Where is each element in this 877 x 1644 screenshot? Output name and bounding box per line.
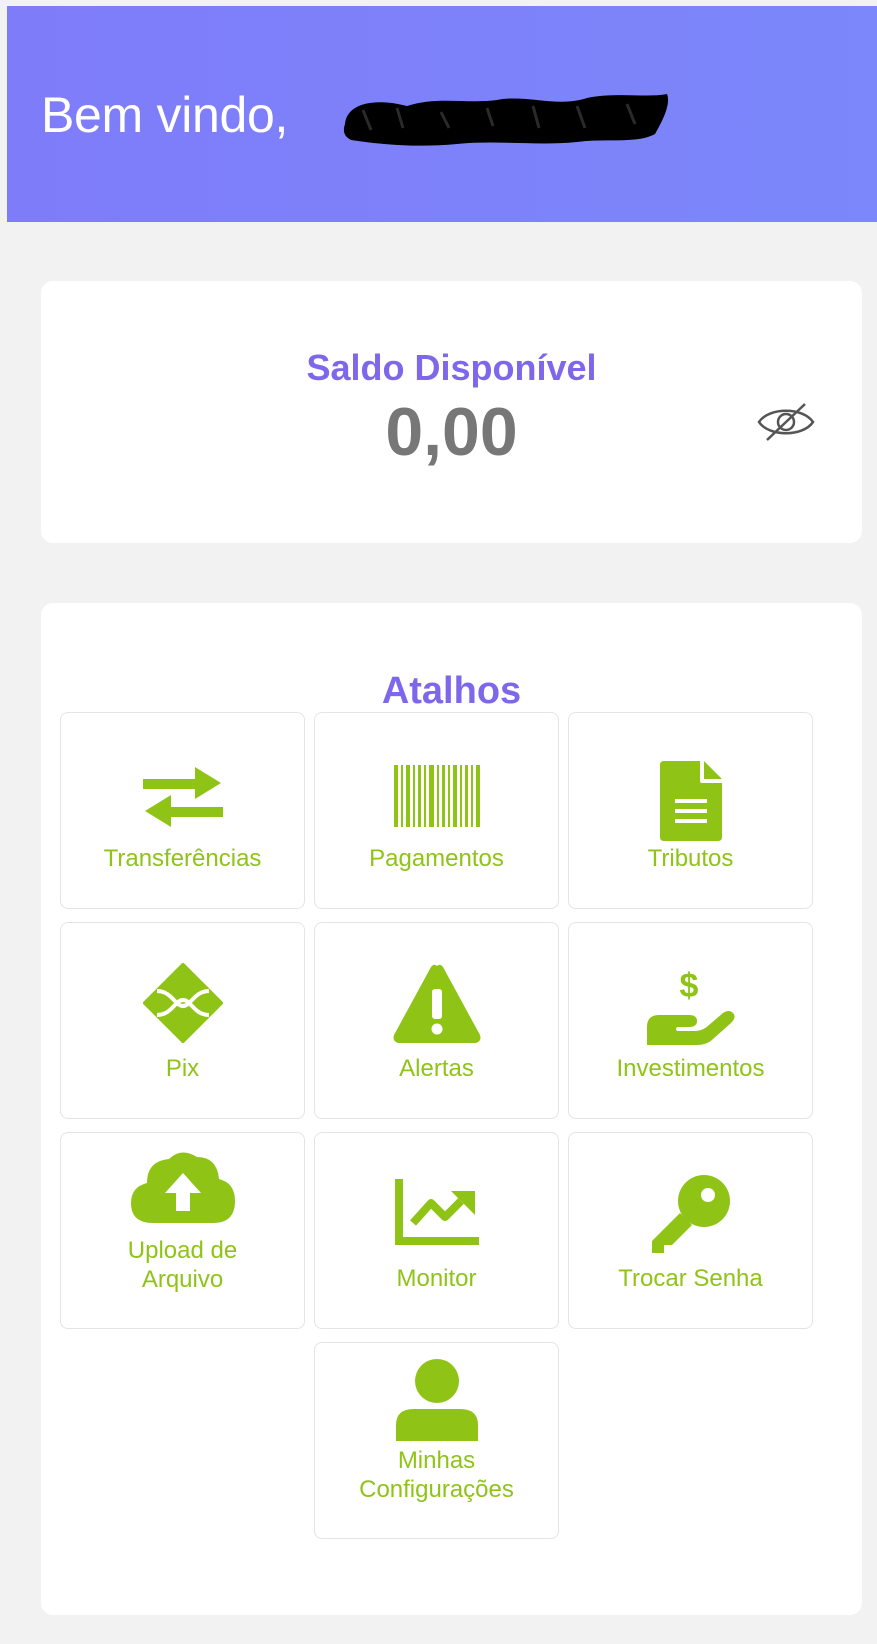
shortcut-tributos[interactable]: Tributos xyxy=(568,712,813,909)
shortcut-monitor[interactable]: Monitor xyxy=(314,1132,559,1329)
shortcut-label: Alertas xyxy=(399,1055,474,1082)
eye-slash-icon[interactable] xyxy=(755,401,817,443)
hand-dollar-icon: $ xyxy=(646,967,735,1045)
shortcut-label: Trocar Senha xyxy=(618,1265,763,1292)
shortcut-minhas-configuracoes[interactable]: Minhas Configurações xyxy=(314,1342,559,1539)
shortcuts-card: Atalhos Transferências Pagamentos Tribut… xyxy=(41,603,862,1615)
shortcut-label: Monitor xyxy=(396,1265,477,1292)
pix-icon xyxy=(142,963,223,1043)
balance-card: Saldo Disponível 0,00 xyxy=(41,281,862,543)
shortcut-label: Upload de Arquivo xyxy=(127,1237,238,1293)
key-icon xyxy=(651,1175,730,1253)
shortcut-label: Tributos xyxy=(647,845,734,872)
shortcut-label: Investimentos xyxy=(616,1055,765,1082)
svg-text:$: $ xyxy=(679,967,698,1005)
arrows-exchange-icon xyxy=(142,767,223,827)
shortcut-label: Minhas Configurações xyxy=(359,1447,514,1503)
header-bar: Bem vindo, xyxy=(7,6,877,222)
shortcut-alertas[interactable]: Alertas xyxy=(314,922,559,1119)
barcode-icon xyxy=(393,765,480,827)
redacted-username xyxy=(343,94,669,146)
shortcut-trocar-senha[interactable]: Trocar Senha xyxy=(568,1132,813,1329)
shortcut-investimentos[interactable]: $ Investimentos xyxy=(568,922,813,1119)
shortcut-label: Pix xyxy=(165,1055,200,1082)
balance-title: Saldo Disponível xyxy=(306,347,597,388)
chart-line-icon xyxy=(394,1179,479,1245)
shortcut-label: Pagamentos xyxy=(369,845,504,872)
shortcut-pix[interactable]: Pix xyxy=(60,922,305,1119)
shortcuts-title: Atalhos xyxy=(381,670,522,712)
balance-value: 0,00 xyxy=(385,394,518,470)
document-icon xyxy=(659,761,722,841)
warning-icon xyxy=(393,964,480,1043)
shortcut-label: Transferências xyxy=(103,845,262,872)
shortcut-upload[interactable]: Upload de Arquivo xyxy=(60,1132,305,1329)
shortcut-pagamentos[interactable]: Pagamentos xyxy=(314,712,559,909)
cloud-upload-icon xyxy=(130,1152,235,1223)
user-icon xyxy=(395,1359,478,1441)
welcome-text: Bem vindo, xyxy=(41,87,289,143)
shortcut-transferencias[interactable]: Transferências xyxy=(60,712,305,909)
